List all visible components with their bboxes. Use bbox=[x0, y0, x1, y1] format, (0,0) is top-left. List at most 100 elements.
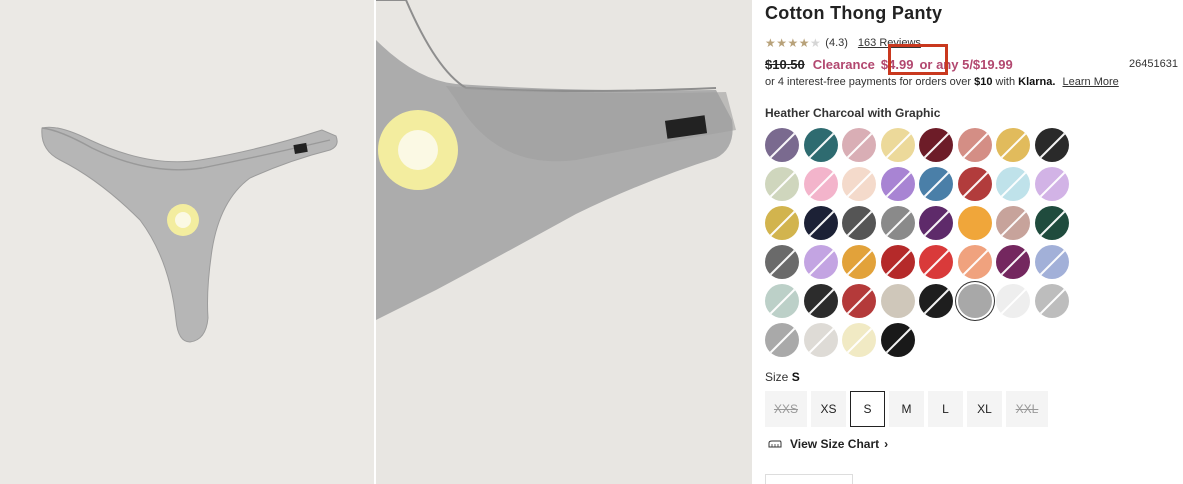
unavailable-slash-icon bbox=[845, 209, 874, 237]
color-swatch-stripe[interactable] bbox=[919, 167, 953, 201]
color-swatch-blush-rib[interactable] bbox=[842, 167, 876, 201]
color-swatch-white[interactable] bbox=[996, 284, 1030, 318]
color-swatch-purple-floral[interactable] bbox=[919, 206, 953, 240]
unavailable-slash-icon bbox=[845, 170, 874, 198]
color-swatch-heather-charcoal-graphic[interactable] bbox=[957, 284, 992, 318]
thong-front-illustration bbox=[41, 126, 338, 343]
unavailable-slash-icon bbox=[807, 209, 836, 237]
unavailable-slash-icon bbox=[845, 131, 874, 159]
unavailable-slash-icon bbox=[999, 131, 1028, 159]
unavailable-slash-icon bbox=[884, 170, 913, 198]
color-swatch-mauve-rib[interactable] bbox=[996, 206, 1030, 240]
color-swatch-teal[interactable] bbox=[803, 128, 838, 162]
color-swatch-gold[interactable] bbox=[996, 128, 1030, 162]
unavailable-slash-icon bbox=[961, 170, 990, 198]
color-swatch-red[interactable] bbox=[919, 245, 953, 279]
color-swatch-black-marble[interactable] bbox=[803, 284, 838, 318]
color-swatch-heather-grey[interactable] bbox=[1034, 284, 1069, 318]
selected-size: S bbox=[791, 370, 800, 384]
klarna-logo: Klarna. bbox=[1018, 76, 1056, 88]
color-swatch-oatmeal[interactable] bbox=[880, 284, 915, 318]
product-image-closeup[interactable] bbox=[376, 0, 752, 484]
product-image-front[interactable] bbox=[0, 0, 374, 484]
partial-bottom-element bbox=[765, 474, 853, 484]
color-swatch-rose[interactable] bbox=[957, 128, 992, 162]
unavailable-slash-icon bbox=[1038, 131, 1067, 159]
color-swatch-burgundy[interactable] bbox=[919, 128, 953, 162]
color-swatch-periwinkle[interactable] bbox=[1034, 245, 1069, 279]
ruler-icon bbox=[768, 440, 782, 448]
color-swatch-lavender-print[interactable] bbox=[880, 167, 915, 201]
klarna-with: with bbox=[995, 76, 1016, 88]
color-swatch-black-tie-dye[interactable] bbox=[842, 206, 876, 240]
view-size-chart-link[interactable]: View Size Chart › bbox=[768, 437, 888, 451]
color-swatch-peach-rib[interactable] bbox=[957, 245, 992, 279]
unavailable-slash-icon bbox=[807, 248, 836, 276]
color-swatch-floral-multi[interactable] bbox=[957, 167, 992, 201]
color-swatch-orange[interactable] bbox=[957, 206, 992, 240]
unavailable-slash-icon bbox=[999, 248, 1028, 276]
color-swatch-grey[interactable] bbox=[880, 206, 915, 240]
color-swatch-butterfly-print[interactable] bbox=[765, 284, 799, 318]
size-chart-label: View Size Chart bbox=[790, 437, 880, 451]
color-swatch-red-argyle[interactable] bbox=[842, 284, 876, 318]
unavailable-slash-icon bbox=[922, 248, 951, 276]
color-swatch-black[interactable] bbox=[1034, 128, 1069, 162]
size-option-xxl[interactable]: XXL bbox=[1006, 391, 1048, 427]
star-rating-icon: ★★★★★ bbox=[765, 36, 822, 50]
unavailable-slash-icon bbox=[999, 170, 1028, 198]
size-option-xxs[interactable]: XXS bbox=[765, 391, 807, 427]
klarna-learn-more-link[interactable]: Learn More bbox=[1063, 76, 1119, 88]
unavailable-slash-icon bbox=[768, 248, 797, 276]
color-swatch-plum[interactable] bbox=[996, 245, 1030, 279]
size-label: Size bbox=[765, 370, 789, 384]
unavailable-slash-icon bbox=[768, 170, 797, 198]
unavailable-slash-icon bbox=[961, 248, 990, 276]
size-option-m[interactable]: M bbox=[889, 391, 924, 427]
color-swatch-ivory-marble[interactable] bbox=[803, 323, 838, 357]
unavailable-slash-icon bbox=[768, 326, 797, 354]
size-option-xl[interactable]: XL bbox=[967, 391, 1002, 427]
color-swatch-sage-rib[interactable] bbox=[765, 167, 799, 201]
clearance-label: Clearance bbox=[812, 56, 875, 72]
selected-color-label: Heather Charcoal with Graphic bbox=[765, 106, 941, 120]
color-swatch-purple-tie-dye[interactable] bbox=[765, 128, 799, 162]
unavailable-slash-icon bbox=[1038, 248, 1067, 276]
chevron-right-icon: › bbox=[884, 437, 889, 451]
size-option-l[interactable]: L bbox=[928, 391, 963, 427]
color-swatch-sunflower-print[interactable] bbox=[842, 245, 876, 279]
color-swatch-pastel-stripe[interactable] bbox=[842, 323, 876, 357]
product-title: Cotton Thong Panty bbox=[765, 3, 943, 23]
product-sku: 26451631 bbox=[1129, 58, 1178, 70]
unavailable-slash-icon bbox=[807, 131, 836, 159]
product-info-panel: Cotton Thong Panty ★★★★★ (4.3) 163 Revie… bbox=[765, 0, 1183, 484]
color-swatch-light-blue-rib[interactable] bbox=[996, 167, 1030, 201]
color-swatch-pink[interactable] bbox=[803, 167, 838, 201]
unavailable-slash-icon bbox=[884, 248, 913, 276]
color-swatch-pink-rib[interactable] bbox=[842, 128, 876, 162]
unavailable-slash-icon bbox=[999, 287, 1028, 315]
unavailable-slash-icon bbox=[768, 209, 797, 237]
color-swatch-butter-rib[interactable] bbox=[880, 128, 915, 162]
rating-score: (4.3) bbox=[825, 37, 848, 49]
size-option-s[interactable]: S bbox=[850, 391, 885, 427]
size-option-xs[interactable]: XS bbox=[811, 391, 846, 427]
color-swatch-lavender-floral[interactable] bbox=[803, 245, 838, 279]
color-swatch-black-2[interactable] bbox=[880, 323, 915, 357]
klarna-prefix: or 4 interest-free payments for orders o… bbox=[765, 76, 972, 88]
size-label-row: Size S bbox=[765, 370, 800, 384]
unavailable-slash-icon bbox=[1038, 287, 1067, 315]
unavailable-slash-icon bbox=[768, 287, 797, 315]
unavailable-slash-icon bbox=[922, 170, 951, 198]
color-swatch-mustard[interactable] bbox=[765, 206, 799, 240]
color-swatch-forest[interactable] bbox=[1034, 206, 1069, 240]
unavailable-slash-icon bbox=[922, 287, 951, 315]
unavailable-slash-icon bbox=[884, 131, 913, 159]
color-swatch-black-lilac-floral[interactable] bbox=[919, 284, 953, 318]
color-swatch-bw-tie-dye[interactable] bbox=[765, 245, 799, 279]
color-swatch-clover-print[interactable] bbox=[765, 323, 799, 357]
size-options: XXS XS S M L XL XXL bbox=[765, 391, 1052, 427]
color-swatch-lilac[interactable] bbox=[1034, 167, 1069, 201]
color-swatch-navy[interactable] bbox=[803, 206, 838, 240]
color-swatch-red-floral[interactable] bbox=[880, 245, 915, 279]
